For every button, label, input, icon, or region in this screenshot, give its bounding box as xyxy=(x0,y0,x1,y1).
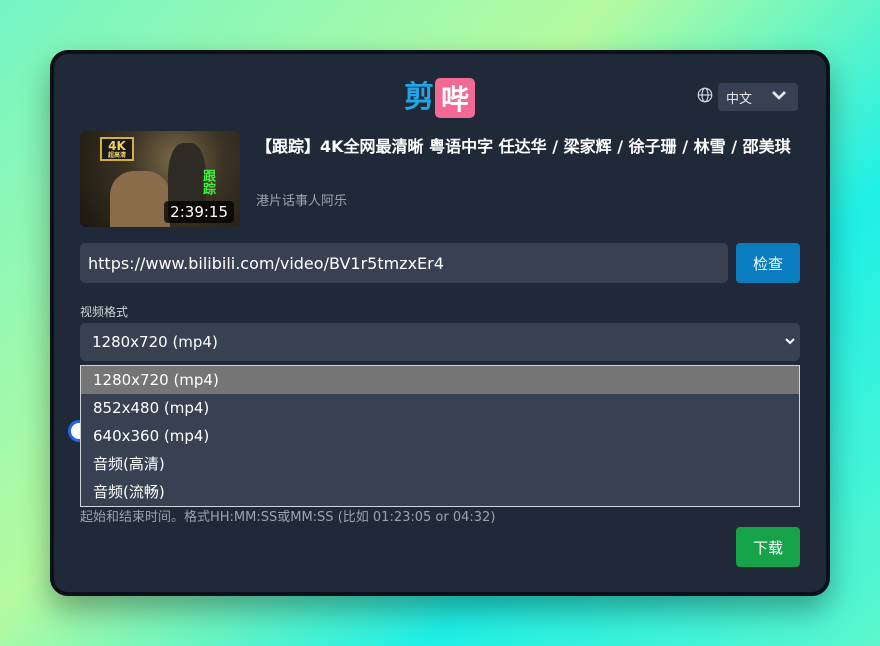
language-select[interactable]: 中文 xyxy=(718,83,798,111)
url-input[interactable]: https://www.bilibili.com/video/BV1r5tmzx… xyxy=(80,243,728,283)
time-format-hint: 起始和结束时间。格式HH:MM:SS或MM:SS (比如 01:23:05 or… xyxy=(80,510,496,525)
format-select-value: 1280x720 (mp4) xyxy=(92,333,218,351)
chevron-down-icon xyxy=(770,86,792,108)
video-duration: 2:39:15 xyxy=(164,201,234,223)
chevron-down-icon xyxy=(784,333,796,351)
download-button[interactable]: 下载 xyxy=(736,527,800,567)
language-switcher: 中文 xyxy=(696,83,798,111)
format-label: 视频格式 xyxy=(80,305,129,319)
format-dropdown-list: 1280x720 (mp4) 852x480 (mp4) 640x360 (mp… xyxy=(80,365,800,507)
format-option[interactable]: 音频(流畅) xyxy=(81,478,799,506)
main-card: 剪 哔 中文 4K 超高清 跟踪 2:39:15 【跟踪】4K全网最清晰 粤语中… xyxy=(50,50,830,596)
thumbnail-caption: 跟踪 xyxy=(200,169,215,195)
language-select-value: 中文 xyxy=(726,91,753,107)
video-thumbnail[interactable]: 4K 超高清 跟踪 2:39:15 xyxy=(80,131,240,227)
format-option[interactable]: 852x480 (mp4) xyxy=(81,394,799,422)
logo-text-jian: 剪 xyxy=(404,80,434,115)
format-option[interactable]: 音频(高清) xyxy=(81,450,799,478)
logo-text-bi: 哔 xyxy=(435,78,475,118)
video-author: 港片话事人阿乐 xyxy=(256,194,348,209)
check-button[interactable]: 检查 xyxy=(736,243,800,283)
format-option[interactable]: 640x360 (mp4) xyxy=(81,422,799,450)
format-option[interactable]: 1280x720 (mp4) xyxy=(81,366,799,394)
app-logo: 剪 哔 xyxy=(404,78,475,118)
video-title: 【跟踪】4K全网最清晰 粤语中字 任达华 / 梁家辉 / 徐子珊 / 林雪 / … xyxy=(256,137,791,156)
thumbnail-figure xyxy=(110,171,170,227)
thumbnail-4k-badge: 4K 超高清 xyxy=(100,137,134,161)
globe-icon xyxy=(696,86,718,108)
format-select[interactable]: 1280x720 (mp4) xyxy=(80,323,800,361)
